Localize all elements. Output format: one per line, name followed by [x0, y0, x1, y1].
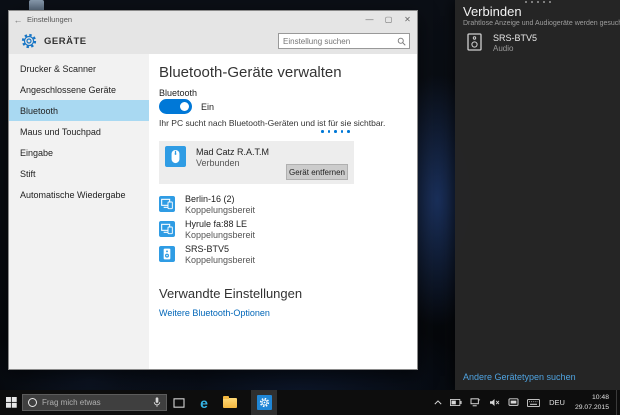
settings-header: GERÄTE — [9, 28, 417, 54]
device-row[interactable]: Hyrule fa:88 LE Koppelungsbereit — [159, 219, 359, 244]
clock-time: 10:48 — [591, 393, 609, 401]
tray-app-icon[interactable] — [504, 390, 523, 415]
windows-logo-icon — [5, 397, 17, 408]
sidebar-item-label: Automatische Wiedergabe — [20, 189, 126, 200]
sidebar-item-bluetooth[interactable]: Bluetooth — [9, 100, 149, 121]
network-icon[interactable]: * — [466, 390, 485, 415]
device-row-selected[interactable]: Mad Catz R.A.T.M Verbunden Gerät entfern… — [159, 141, 354, 184]
device-row[interactable]: SRS-BTV5 Koppelungsbereit — [159, 244, 359, 269]
hidden-icons-chevron-icon[interactable] — [430, 390, 446, 415]
page-title: GERÄTE — [44, 35, 87, 47]
settings-app-icon — [256, 395, 272, 410]
titlebar[interactable]: ← Einstellungen — ▢ ✕ — [9, 11, 417, 28]
volume-icon[interactable] — [485, 390, 504, 415]
language-indicator[interactable]: DEU — [544, 398, 570, 407]
settings-search-input[interactable] — [279, 36, 397, 46]
taskbar: e * — [0, 390, 620, 415]
battery-icon[interactable] — [446, 390, 466, 415]
file-explorer-button[interactable] — [217, 390, 243, 415]
sidebar-item-label: Eingabe — [20, 147, 54, 158]
device-status: Koppelungsbereit — [185, 204, 256, 215]
searching-progress-dots — [321, 130, 350, 133]
clock-date: 29.07.2015 — [574, 403, 609, 411]
device-name: Mad Catz R.A.T.M — [196, 147, 270, 157]
search-icon — [397, 37, 406, 46]
minimize-icon[interactable]: — — [360, 11, 379, 28]
svg-text:*: * — [478, 398, 480, 404]
search-other-device-types-link[interactable]: Andere Gerätetypen suchen — [463, 372, 576, 382]
device-status: Verbunden — [196, 158, 240, 168]
device-name: Hyrule fa:88 LE — [185, 219, 248, 229]
gear-icon — [21, 33, 37, 49]
edge-icon: e — [200, 394, 208, 411]
settings-app-button[interactable] — [251, 390, 277, 415]
device-name: Berlin-16 (2) — [185, 194, 235, 204]
flyout-device-name: SRS-BTV5 — [493, 33, 538, 43]
sidebar-item-automatische-wiedergabe[interactable]: Automatische Wiedergabe — [9, 184, 149, 205]
sidebar-item-label: Bluetooth — [20, 105, 59, 116]
folder-icon — [223, 395, 237, 408]
related-settings-heading: Verwandte Einstellungen — [159, 286, 303, 301]
settings-search-box[interactable] — [278, 33, 410, 49]
sidebar-item-label: Angeschlossene Geräte — [20, 84, 117, 95]
toggle-state-label: Ein — [201, 102, 215, 112]
edge-button[interactable]: e — [191, 390, 217, 415]
pc-phone-icon — [159, 221, 175, 237]
bluetooth-toggle-label: Bluetooth — [159, 88, 198, 98]
flyout-device-type: Audio — [493, 44, 514, 53]
touch-keyboard-icon[interactable] — [523, 390, 544, 415]
taskbar-search-box[interactable] — [22, 394, 167, 411]
more-bluetooth-options-link[interactable]: Weitere Bluetooth-Optionen — [159, 308, 270, 318]
microphone-icon[interactable] — [153, 397, 161, 408]
task-view-button[interactable] — [167, 390, 191, 415]
cortana-icon — [28, 398, 37, 407]
window-title: Einstellungen — [27, 15, 73, 24]
device-name: SRS-BTV5 — [185, 244, 230, 254]
sidebar-item-drucker-scanner[interactable]: Drucker & Scanner — [9, 58, 149, 79]
taskbar-clock[interactable]: 10:48 29.07.2015 — [570, 393, 614, 413]
flyout-title: Verbinden — [463, 4, 522, 19]
bluetooth-settings-panel: Bluetooth-Geräte verwalten Bluetooth Ein… — [149, 54, 417, 369]
flyout-subtitle: Drahtlose Anzeige und Audiogeräte werden… — [463, 20, 620, 27]
back-icon[interactable]: ← — [9, 15, 27, 25]
show-desktop-button[interactable] — [616, 390, 620, 415]
sidebar-item-maus-touchpad[interactable]: Maus und Touchpad — [9, 121, 149, 142]
close-icon[interactable]: ✕ — [398, 11, 417, 28]
settings-window: ← Einstellungen — ▢ ✕ GERÄTE Drucker & S — [8, 10, 418, 370]
mouse-icon — [165, 146, 186, 167]
system-tray: * DEU 10:48 29.07.2015 — [430, 390, 620, 415]
flyout-progress-dots — [455, 1, 620, 3]
task-view-icon — [173, 397, 185, 408]
speaker-icon — [159, 246, 175, 262]
flyout-device-row[interactable]: SRS-BTV5 Audio — [463, 32, 614, 54]
toggle-knob — [180, 102, 189, 111]
recycle-bin-icon[interactable] — [29, 0, 44, 10]
device-status: Koppelungsbereit — [185, 254, 256, 265]
speaker-outline-icon — [467, 33, 482, 51]
sidebar-item-stift[interactable]: Stift — [9, 163, 149, 184]
connect-flyout: Verbinden Drahtlose Anzeige und Audioger… — [455, 0, 620, 390]
sidebar-item-label: Maus und Touchpad — [20, 126, 101, 137]
taskbar-search-input[interactable] — [42, 398, 153, 407]
start-button[interactable] — [0, 390, 22, 415]
desktop: ← Einstellungen — ▢ ✕ GERÄTE Drucker & S — [0, 0, 620, 415]
device-status: Koppelungsbereit — [185, 229, 256, 240]
bluetooth-toggle[interactable] — [159, 99, 192, 114]
bluetooth-status-text: Ihr PC sucht nach Bluetooth-Geräten und … — [159, 118, 386, 128]
content-title: Bluetooth-Geräte verwalten — [159, 64, 342, 81]
sidebar: Drucker & Scanner Angeschlossene Geräte … — [9, 54, 149, 369]
sidebar-item-label: Stift — [20, 168, 36, 179]
sidebar-item-eingabe[interactable]: Eingabe — [9, 142, 149, 163]
pc-phone-icon — [159, 196, 175, 212]
maximize-icon[interactable]: ▢ — [379, 11, 398, 28]
sidebar-item-angeschlossene-geraete[interactable]: Angeschlossene Geräte — [9, 79, 149, 100]
sidebar-item-label: Drucker & Scanner — [20, 63, 97, 74]
device-row[interactable]: Berlin-16 (2) Koppelungsbereit — [159, 194, 359, 219]
remove-device-button[interactable]: Gerät entfernen — [286, 164, 348, 180]
